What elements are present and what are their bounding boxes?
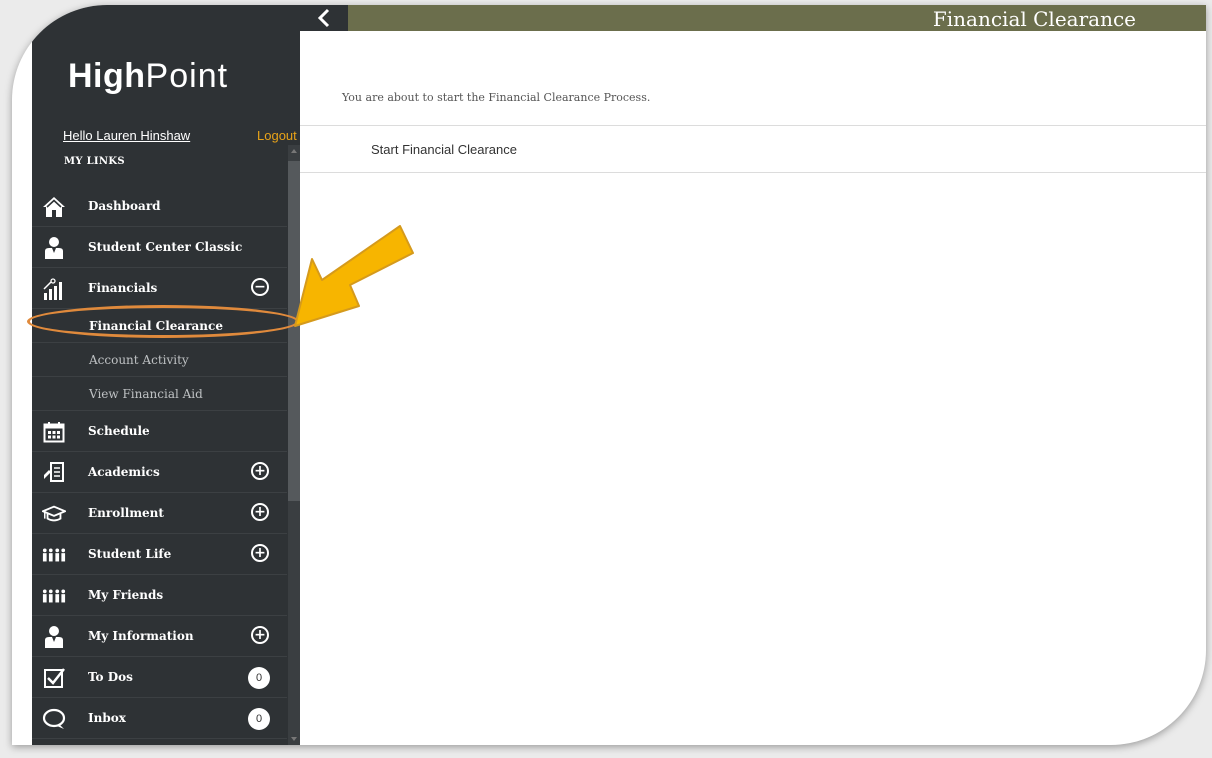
annotation-highlight-oval bbox=[27, 305, 299, 338]
sidebar-item-label: My Information bbox=[88, 629, 194, 643]
page-title: Financial Clearance bbox=[932, 7, 1136, 31]
sidebar-item-inbox[interactable]: Inbox 0 bbox=[32, 698, 287, 739]
start-financial-clearance-link[interactable]: Start Financial Clearance bbox=[371, 142, 517, 157]
chevron-left-icon bbox=[317, 8, 330, 28]
sidebar-item-label: Enrollment bbox=[88, 506, 164, 520]
expand-toggle-icon[interactable]: + bbox=[251, 503, 269, 521]
sidebar-nav: Dashboard Student Center Classic Financi… bbox=[32, 186, 287, 739]
todo-count-badge: 0 bbox=[248, 667, 270, 689]
logo[interactable]: HighPoint bbox=[68, 57, 228, 96]
sidebar-item-my-information[interactable]: My Information + bbox=[32, 616, 287, 657]
header-bar: Financial Clearance bbox=[300, 5, 1206, 73]
sidebar-item-label: Financials bbox=[88, 281, 158, 295]
group-icon bbox=[42, 584, 66, 608]
back-button[interactable] bbox=[300, 5, 348, 31]
divider bbox=[300, 172, 1206, 173]
expand-toggle-icon[interactable]: + bbox=[251, 626, 269, 644]
house-icon bbox=[42, 195, 66, 219]
sidebar-subitem-account-activity[interactable]: Account Activity bbox=[32, 343, 287, 377]
graduation-cap-icon bbox=[42, 502, 66, 526]
calendar-icon bbox=[42, 420, 66, 444]
sidebar-item-my-friends[interactable]: My Friends bbox=[32, 575, 287, 616]
sidebar-subitem-label: View Financial Aid bbox=[89, 387, 203, 401]
checkbox-icon bbox=[42, 666, 66, 690]
divider bbox=[300, 125, 1206, 126]
sidebar-item-schedule[interactable]: Schedule bbox=[32, 411, 287, 452]
collapse-toggle-icon[interactable]: − bbox=[251, 278, 269, 296]
app-window: HighPoint Hello Lauren Hinshaw Logout MY… bbox=[12, 5, 1206, 745]
group-icon bbox=[42, 543, 66, 567]
scroll-down-arrow-icon[interactable] bbox=[291, 737, 297, 741]
sidebar-item-dashboard[interactable]: Dashboard bbox=[32, 186, 287, 227]
expand-toggle-icon[interactable]: + bbox=[251, 462, 269, 480]
sidebar-item-label: My Friends bbox=[88, 588, 164, 602]
sidebar-item-label: Student Life bbox=[88, 547, 172, 561]
sidebar-item-label: Schedule bbox=[88, 424, 150, 438]
logo-bold: High bbox=[68, 57, 146, 95]
sidebar-subitem-label: Account Activity bbox=[89, 353, 189, 367]
chart-icon bbox=[42, 277, 66, 301]
sidebar-item-label: Student Center Classic bbox=[88, 240, 243, 254]
sidebar-subitem-view-financial-aid[interactable]: View Financial Aid bbox=[32, 377, 287, 411]
annotation-arrow-icon bbox=[294, 225, 414, 327]
sidebar-item-label: Inbox bbox=[88, 711, 126, 725]
sidebar-item-student-life[interactable]: Student Life + bbox=[32, 534, 287, 575]
expand-toggle-icon[interactable]: + bbox=[251, 544, 269, 562]
sidebar-item-academics[interactable]: Academics + bbox=[32, 452, 287, 493]
intro-text: You are about to start the Financial Cle… bbox=[342, 91, 651, 104]
sidebar-item-label: To Dos bbox=[88, 670, 133, 684]
section-label: MY LINKS bbox=[64, 156, 125, 167]
sidebar-item-financials[interactable]: Financials − bbox=[32, 268, 287, 309]
chat-icon bbox=[42, 707, 66, 731]
document-icon bbox=[42, 461, 66, 485]
sidebar-item-label: Academics bbox=[88, 465, 160, 479]
sidebar-item-enrollment[interactable]: Enrollment + bbox=[32, 493, 287, 534]
person-icon bbox=[42, 625, 66, 649]
sidebar-item-label: Dashboard bbox=[88, 199, 161, 213]
user-greeting-link[interactable]: Hello Lauren Hinshaw bbox=[63, 128, 190, 143]
person-icon bbox=[42, 236, 66, 260]
scroll-up-arrow-icon[interactable] bbox=[291, 149, 297, 153]
logo-light: Point bbox=[145, 57, 229, 95]
logout-link[interactable]: Logout bbox=[257, 128, 297, 143]
sidebar-item-student-center-classic[interactable]: Student Center Classic bbox=[32, 227, 287, 268]
sidebar-item-to-dos[interactable]: To Dos 0 bbox=[32, 657, 287, 698]
inbox-count-badge: 0 bbox=[248, 708, 270, 730]
